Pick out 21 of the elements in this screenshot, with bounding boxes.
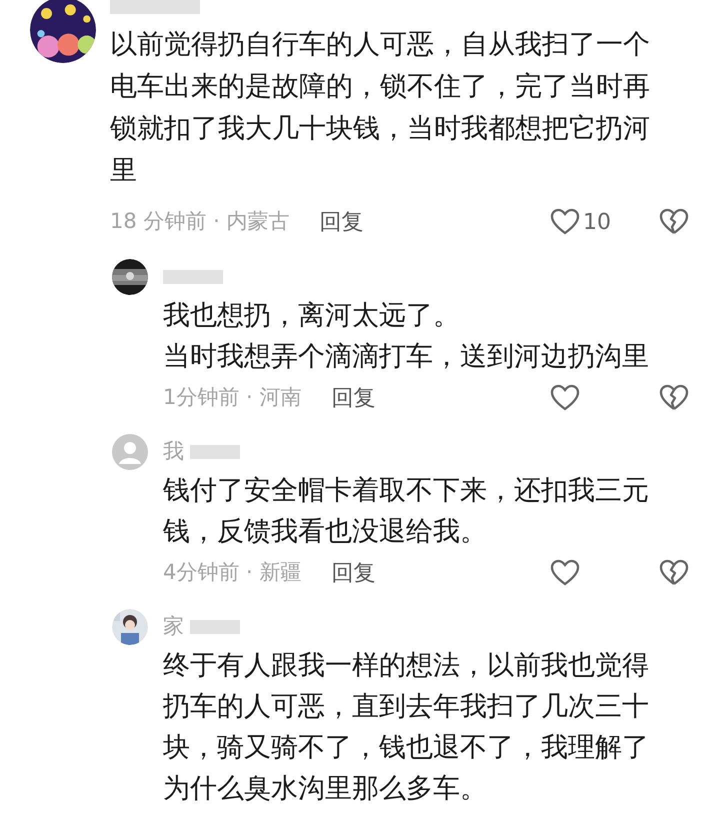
comment-text: 以前觉得扔自行车的人可恶，自从我扫了一个电车出来的是故障的，锁不住了，完了当时再锁就扣了我大几十块钱，当时我都想把它扔河里 <box>110 28 651 188</box>
broken-heart-icon[interactable] <box>658 559 690 587</box>
time-location: 4分钟前 · 新疆 <box>163 559 302 586</box>
reply-text: 钱付了安全帽卡着取不下来，还扣我三元钱，反馈我看也没退给我。 <box>163 474 650 549</box>
reply-button[interactable]: 回复 <box>331 382 376 414</box>
reply-text: 我也想扔，离河太远了。 <box>163 299 461 333</box>
heart-icon[interactable] <box>550 208 580 236</box>
broken-heart-icon[interactable] <box>658 384 690 412</box>
redacted-name <box>163 270 223 284</box>
reply-text: 终于有人跟我一样的想法，以前我也觉得扔车的人可恶，直到去年我扫了几次三十块，骑又骑不了，钱也退不了，我理解了为什么臭水沟里那么多车。 <box>163 649 650 806</box>
reply-text: 当时我想弄个滴滴打车，送到河边扔沟里 <box>163 340 650 374</box>
broken-heart-icon[interactable] <box>658 208 690 236</box>
reply-button[interactable]: 回复 <box>331 556 376 590</box>
heart-icon[interactable] <box>550 384 580 412</box>
redacted-name <box>190 620 240 634</box>
time-location: 1分钟前 · 河南 <box>163 384 302 412</box>
heart-icon[interactable] <box>550 559 580 587</box>
like-count: 10 <box>583 208 611 236</box>
redacted-name <box>190 445 240 459</box>
reply-button[interactable]: 回复 <box>319 206 364 238</box>
time-location: 18 分钟前 · 内蒙古 <box>110 208 290 236</box>
